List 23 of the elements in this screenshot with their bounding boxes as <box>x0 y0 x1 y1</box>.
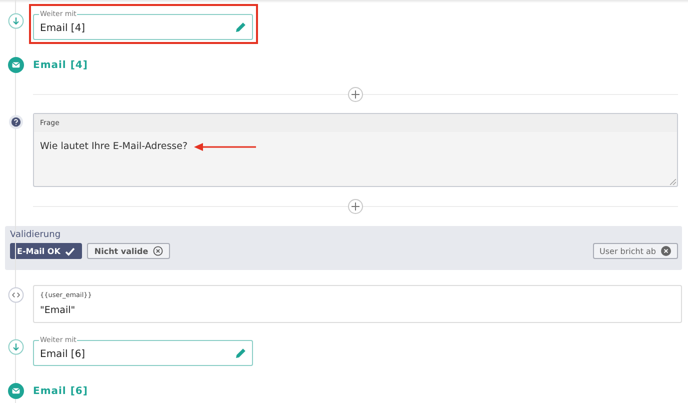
field-value: Email [6] <box>40 348 86 360</box>
plus-icon <box>351 90 360 98</box>
pencil-icon[interactable] <box>235 347 247 359</box>
arrow-down-icon <box>8 13 24 29</box>
envelope-icon <box>8 57 24 73</box>
abort-button[interactable]: User bricht ab <box>592 243 678 259</box>
plus-icon <box>351 202 360 210</box>
field-value: Email [4] <box>40 22 86 34</box>
add-button[interactable] <box>348 86 363 102</box>
check-icon <box>65 246 76 256</box>
question-text: Wie lautet Ihre E-Mail-Adresse? <box>40 141 188 152</box>
resize-handle-icon[interactable] <box>670 179 676 185</box>
close-circle-icon <box>153 246 164 256</box>
add-button[interactable] <box>348 198 363 214</box>
code-icon <box>8 287 24 303</box>
arrow-down-icon <box>8 339 24 355</box>
validation-option[interactable]: Nicht valide <box>87 243 170 259</box>
variable-value: "Email" <box>40 305 76 316</box>
pencil-icon[interactable] <box>235 21 247 33</box>
envelope-icon <box>8 383 24 399</box>
close-circle-icon <box>661 246 671 256</box>
validation-option[interactable]: E-Mail OK <box>10 243 82 259</box>
panel-title: Validierung <box>10 230 62 240</box>
